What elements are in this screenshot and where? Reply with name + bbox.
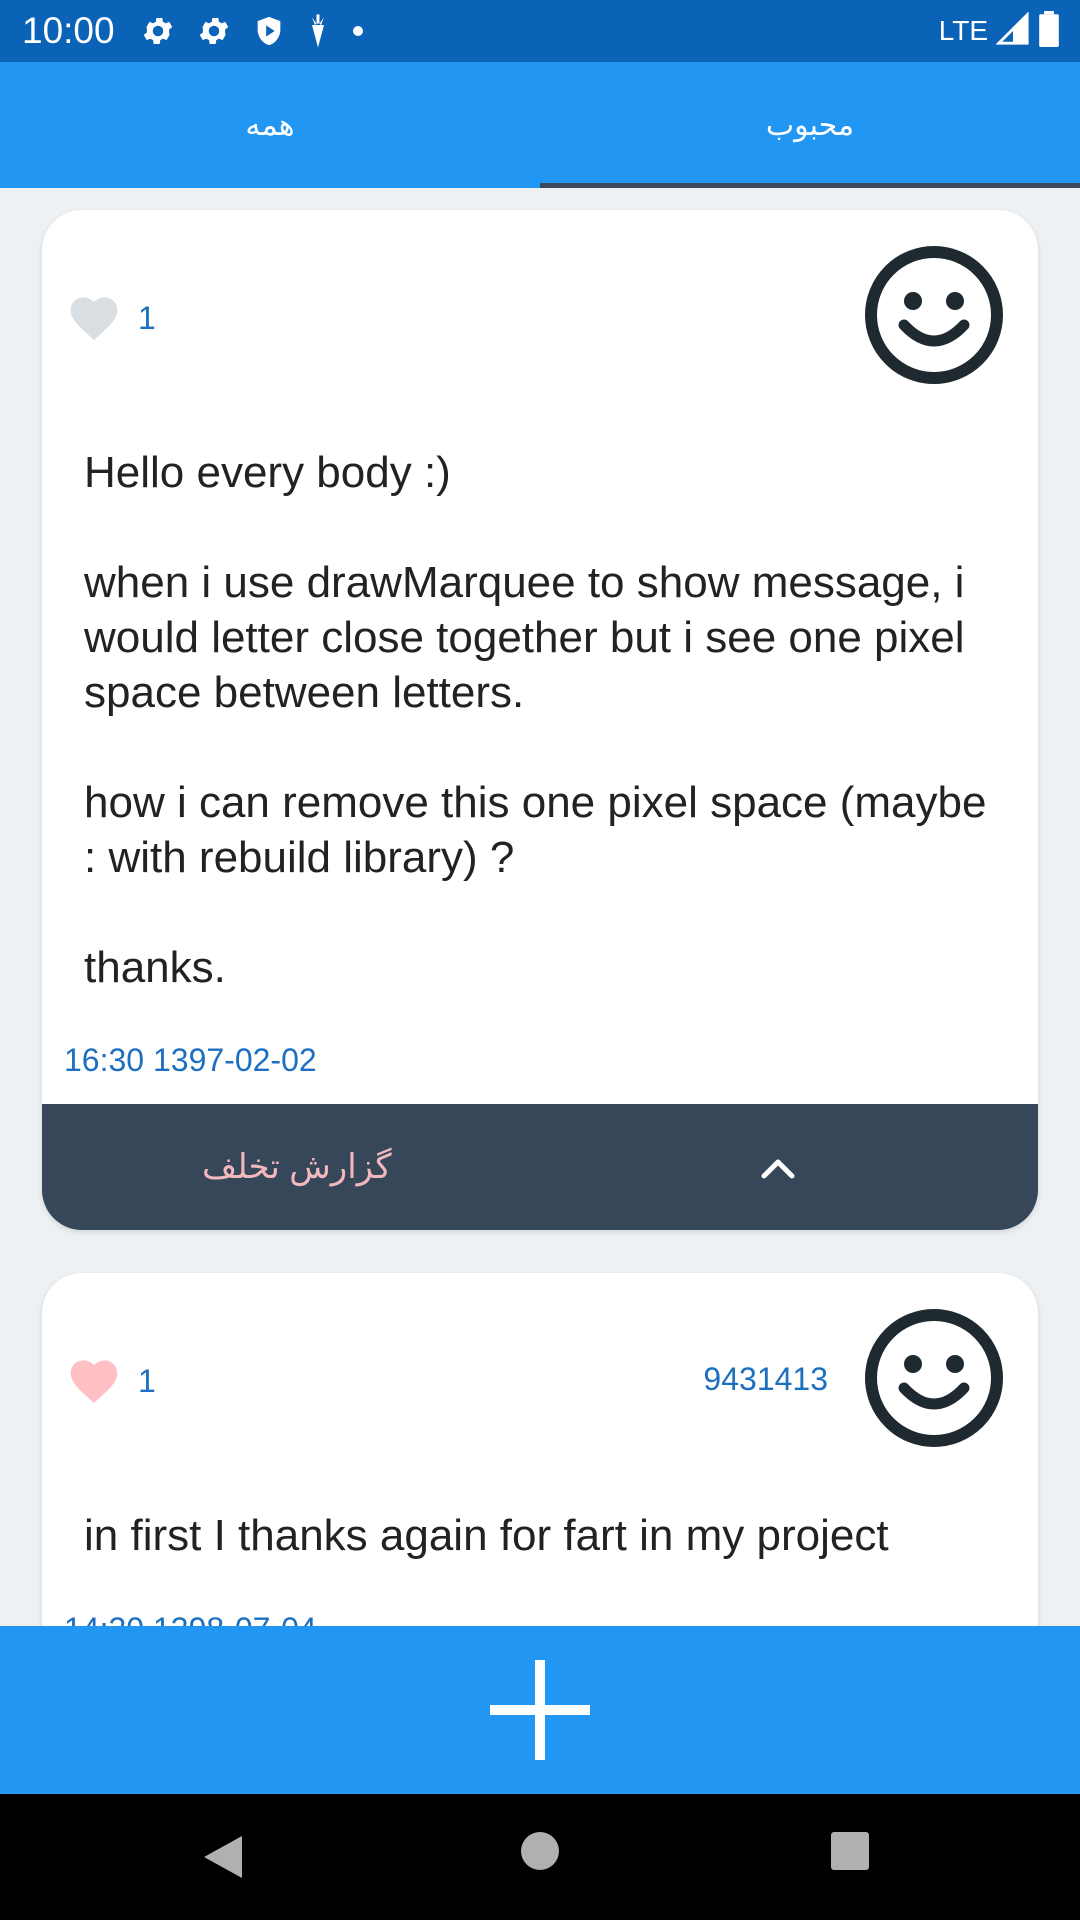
recents-square-icon (831, 1832, 869, 1870)
add-post-button[interactable] (490, 1660, 590, 1760)
carrot-icon (306, 13, 330, 49)
tab-all-label: همه (245, 108, 295, 142)
home-circle-icon (521, 1832, 559, 1870)
dot-icon (350, 13, 366, 49)
back-triangle-icon (204, 1836, 242, 1878)
network-type: LTE (938, 15, 988, 46)
status-time: 10:00 (22, 10, 115, 51)
post-message: in first I thanks again for fart in my p… (84, 1511, 889, 1560)
status-notification-icons (140, 13, 366, 49)
nav-back-button[interactable] (202, 1834, 244, 1885)
plus-icon (490, 1660, 590, 1760)
smiley-avatar-icon (864, 1308, 1004, 1448)
gear-icon (196, 13, 232, 49)
nav-recents-button[interactable] (830, 1831, 870, 1876)
status-bar: 10:00 LTE (0, 0, 1080, 62)
tab-selected-indicator (540, 183, 1080, 188)
chevron-up-icon (761, 1159, 795, 1179)
collapse-button[interactable] (750, 1142, 806, 1192)
heart-icon[interactable] (66, 1353, 122, 1410)
system-nav-bar (0, 1794, 1080, 1920)
nav-home-button[interactable] (520, 1831, 560, 1876)
post-timestamp: 16:30 1397-02-02 (64, 1042, 317, 1078)
tab-all[interactable]: همه (0, 62, 540, 188)
report-violation-button[interactable]: گزارش تخلف (202, 1104, 392, 1230)
like-group: 1 (66, 1353, 156, 1410)
smiley-avatar-icon (864, 245, 1004, 385)
gear-icon (140, 13, 176, 49)
shield-icon (252, 13, 286, 49)
tab-bar: همه محبوب (0, 62, 1080, 188)
heart-icon[interactable] (66, 290, 122, 347)
post-card: 1 9431413 in first I thanks again for fa… (42, 1273, 1038, 1673)
tab-popular-label: محبوب (765, 108, 855, 142)
tab-popular[interactable]: محبوب (540, 62, 1080, 188)
signal-icon (995, 10, 1030, 51)
post-card: 1 Hello every body :) when i use drawMar… (42, 210, 1038, 1230)
post-message: Hello every body :) when i use drawMarqu… (84, 448, 987, 992)
post-action-bar: گزارش تخلف (42, 1104, 1038, 1230)
like-count: 1 (138, 300, 156, 336)
add-post-bar (0, 1626, 1080, 1794)
like-group: 1 (66, 290, 156, 347)
post-author-id: 9431413 (703, 1361, 828, 1397)
battery-icon (1038, 10, 1060, 52)
like-count: 1 (138, 1363, 156, 1399)
status-right-group: LTE (938, 10, 1060, 52)
